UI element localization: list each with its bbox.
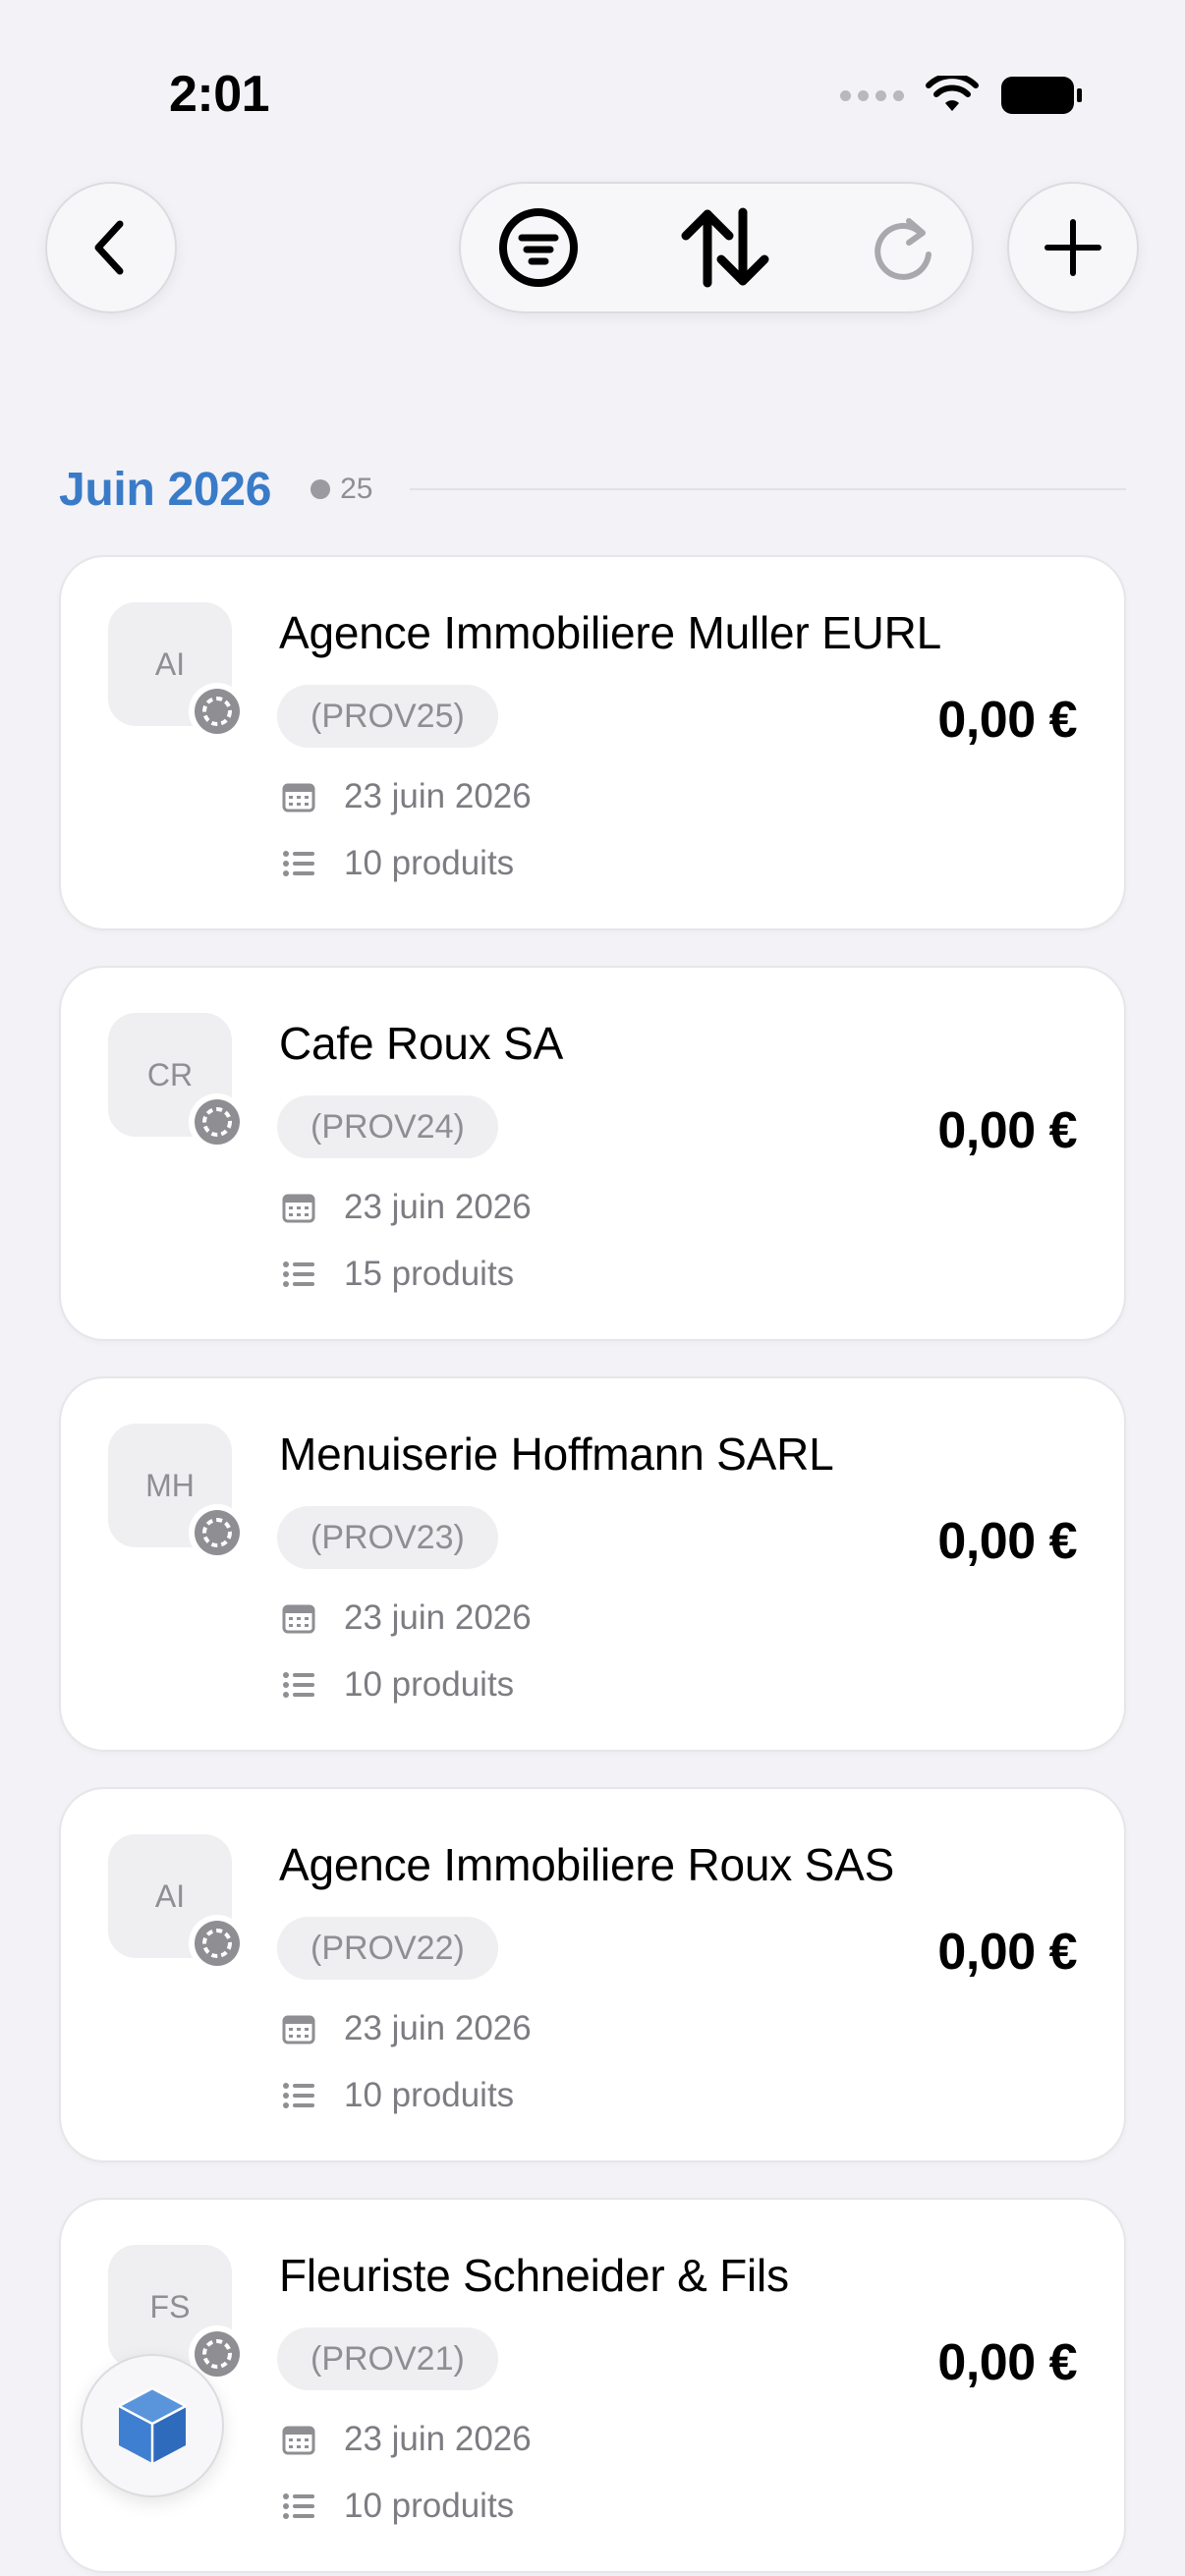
reference-badge: (PROV24) (277, 1095, 498, 1158)
status-icons (840, 71, 1083, 120)
reference-badge: (PROV21) (277, 2327, 498, 2390)
date-row: 23 juin 2026 (279, 1188, 532, 1227)
calendar-icon (279, 1188, 318, 1227)
calendar-icon (279, 1598, 318, 1638)
items-row: 10 produits (279, 2076, 514, 2115)
amount: 0,00 € (937, 2334, 1077, 2391)
amount: 0,00 € (937, 1513, 1077, 1570)
document-date: 23 juin 2026 (344, 777, 532, 815)
count-dot-icon (310, 479, 331, 499)
documents-screen: 2:01 Juin 2026 25 AI Agence Immobiliere … (0, 0, 1185, 2576)
date-row: 23 juin 2026 (279, 777, 532, 816)
plus-icon (1044, 219, 1101, 276)
items-count: 10 produits (344, 2076, 515, 2114)
back-button[interactable] (45, 182, 177, 313)
items-row: 10 produits (279, 844, 514, 883)
client-name: Agence Immobiliere Muller EURL (279, 607, 942, 658)
sort-arrows-icon (681, 207, 769, 288)
client-name: Fleuriste Schneider & Fils (279, 2250, 789, 2301)
cellular-signal-icon (840, 89, 904, 101)
date-row: 23 juin 2026 (279, 2009, 532, 2048)
items-row: 15 produits (279, 1255, 514, 1294)
reference-badge: (PROV23) (277, 1506, 498, 1569)
chevron-left-icon (94, 220, 124, 275)
document-date: 23 juin 2026 (344, 2009, 532, 2047)
products-fab-button[interactable] (81, 2354, 224, 2497)
document-date: 23 juin 2026 (344, 1598, 532, 1637)
client-name: Menuiserie Hoffmann SARL (279, 1428, 834, 1480)
avatar-initials: MH (145, 1467, 195, 1503)
sort-button[interactable] (661, 184, 789, 311)
reference-badge: (PROV22) (277, 1917, 498, 1980)
document-date: 23 juin 2026 (344, 1188, 532, 1226)
status-dashed-icon (189, 1504, 246, 1561)
document-card[interactable]: MH Menuiserie Hoffmann SARL (PROV23) 0,0… (59, 1376, 1126, 1752)
status-bar: 2:01 (0, 0, 1185, 187)
list-icon (279, 2487, 318, 2526)
refresh-icon (875, 218, 931, 280)
calendar-icon (279, 2009, 318, 2048)
list-icon (279, 844, 318, 883)
document-date: 23 juin 2026 (344, 2420, 532, 2458)
box-icon (117, 2386, 188, 2463)
refresh-button[interactable] (840, 184, 968, 311)
document-card[interactable]: CR Cafe Roux SA (PROV24) 0,00 € 23 juin … (59, 966, 1126, 1341)
document-card[interactable]: AI Agence Immobiliere Roux SAS (PROV22) … (59, 1787, 1126, 2162)
toolbar (459, 182, 974, 313)
items-row: 10 produits (279, 1665, 514, 1705)
document-card[interactable]: AI Agence Immobiliere Muller EURL (PROV2… (59, 555, 1126, 930)
section-header: Juin 2026 25 (59, 460, 1126, 519)
list-icon (279, 2076, 318, 2115)
items-count: 10 produits (344, 2487, 515, 2525)
status-dashed-icon (189, 1093, 246, 1150)
items-count: 15 produits (344, 1255, 515, 1293)
list-icon (279, 1255, 318, 1294)
items-count: 10 produits (344, 1665, 515, 1704)
section-count: 25 (310, 473, 372, 506)
date-row: 23 juin 2026 (279, 1598, 532, 1638)
items-count: 10 produits (344, 844, 515, 882)
amount: 0,00 € (937, 692, 1077, 749)
calendar-icon (279, 2420, 318, 2459)
document-card[interactable]: FS Fleuriste Schneider & Fils (PROV21) 0… (59, 2198, 1126, 2573)
calendar-icon (279, 777, 318, 816)
section-count-value: 25 (340, 473, 373, 505)
avatar-initials: FS (149, 2288, 191, 2324)
reference-badge: (PROV25) (277, 685, 498, 748)
amount: 0,00 € (937, 1924, 1077, 1981)
section-title: Juin 2026 (59, 463, 272, 516)
avatar-initials: AI (154, 1877, 186, 1914)
items-row: 10 produits (279, 2487, 514, 2526)
status-dashed-icon (189, 1915, 246, 1972)
status-dashed-icon (189, 683, 246, 740)
section-divider (410, 488, 1126, 490)
battery-icon (1001, 77, 1082, 114)
wifi-icon (926, 76, 979, 111)
client-name: Cafe Roux SA (279, 1018, 564, 1069)
list-icon (279, 1665, 318, 1705)
add-button[interactable] (1007, 182, 1139, 313)
date-row: 23 juin 2026 (279, 2420, 532, 2459)
avatar-initials: AI (154, 645, 186, 682)
client-name: Agence Immobiliere Roux SAS (279, 1839, 895, 1890)
filter-button[interactable] (475, 184, 602, 311)
avatar-initials: CR (146, 1056, 194, 1092)
amount: 0,00 € (937, 1102, 1077, 1159)
status-time: 2:01 (169, 66, 270, 123)
filter-lines-icon (499, 208, 578, 287)
